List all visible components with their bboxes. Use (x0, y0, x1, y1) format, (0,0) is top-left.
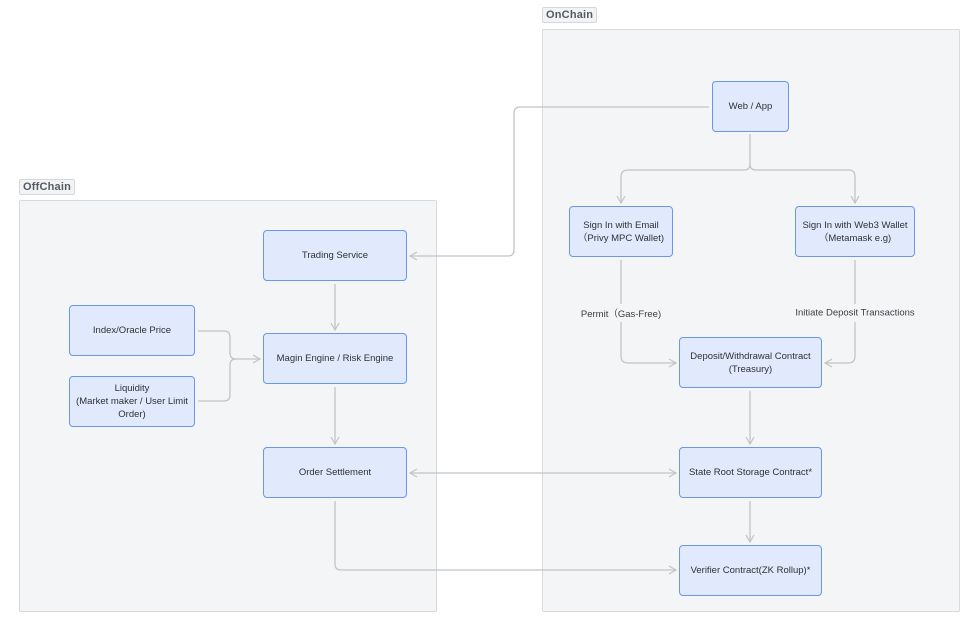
node-state-root-storage-contract[interactable]: State Root Storage Contract* (679, 447, 822, 498)
node-sign-in-email[interactable]: Sign In with Email （Privy MPC Wallet) (569, 206, 673, 257)
edge-label-initiate-deposit: Initiate Deposit Transactions (793, 306, 917, 320)
node-trading-service[interactable]: Trading Service (263, 230, 407, 281)
node-order-settlement[interactable]: Order Settlement (263, 447, 407, 498)
node-verifier-contract[interactable]: Verifier Contract(ZK Rollup)* (679, 545, 822, 596)
node-liquidity[interactable]: Liquidity (Market maker / User Limit Ord… (69, 376, 195, 427)
node-index-oracle-price[interactable]: Index/Oracle Price (69, 305, 195, 356)
edge-settlement-to-verifier (334, 501, 678, 575)
node-web-app[interactable]: Web / App (712, 81, 789, 132)
edge-liquidity-to-margin (198, 358, 237, 402)
edge-webapp-to-email (616, 134, 751, 205)
node-deposit-withdrawal-contract[interactable]: Deposit/Withdrawal Contract (Treasury) (679, 337, 822, 388)
edge-webapp-to-web3 (749, 163, 860, 205)
node-sign-in-web3[interactable]: Sign In with Web3 Wallet （Metamask e.g) (795, 206, 915, 257)
edge-label-permit: Permit（Gas-Free) (578, 305, 664, 321)
node-margin-risk-engine[interactable]: Magin Engine / Risk Engine (263, 333, 407, 384)
edge-index-to-margin (198, 330, 262, 364)
